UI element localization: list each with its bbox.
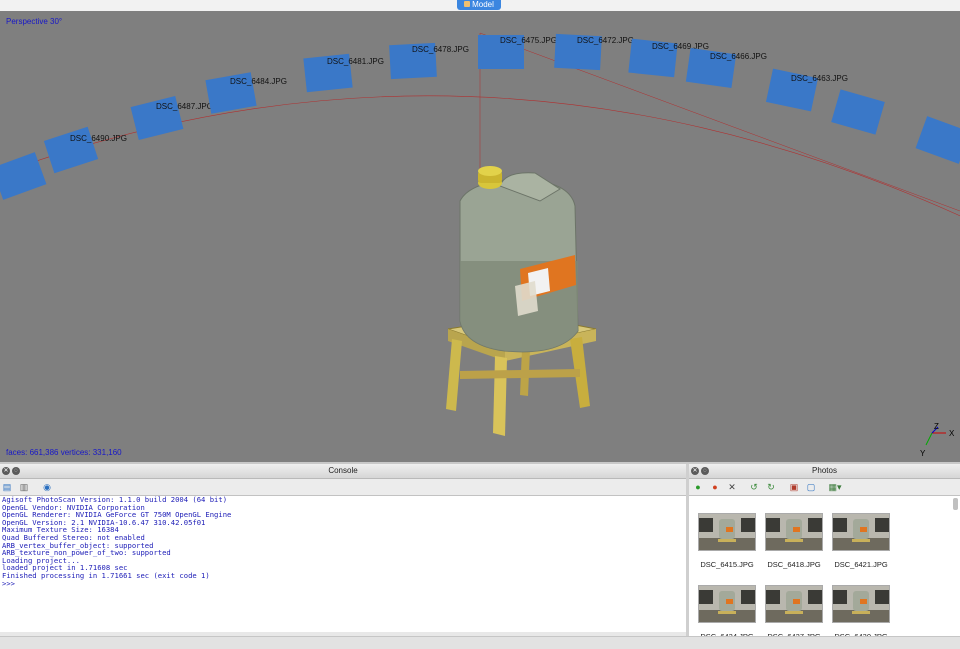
view-mode-icon[interactable]: ▦▾ — [827, 482, 843, 492]
console-title: Console — [328, 466, 358, 475]
disable-cameras-icon[interactable]: ● — [710, 482, 720, 492]
camera-label: DSC_6463.JPG — [791, 74, 848, 83]
rotate-left-icon[interactable]: ↺ — [749, 482, 759, 492]
photo-thumbnail[interactable] — [765, 513, 823, 551]
run-script-icon[interactable]: ◉ — [42, 482, 52, 492]
float-icon[interactable]: ◌ — [12, 467, 20, 475]
remove-cameras-icon[interactable]: ✕ — [727, 482, 737, 492]
photo-label: DSC_6418.JPG — [767, 560, 821, 569]
camera-frame[interactable] — [0, 152, 47, 200]
camera-label: DSC_6481.JPG — [327, 57, 384, 66]
float-icon[interactable]: ◌ — [701, 467, 709, 475]
camera-label: DSC_6466.JPG — [710, 52, 767, 61]
camera-frame[interactable] — [831, 89, 885, 135]
photos-scrollbar[interactable] — [953, 498, 958, 510]
photo-thumbnail[interactable] — [698, 513, 756, 551]
console-toolbar: ▤ ▥ ◉ — [0, 479, 686, 496]
photo-thumbnail[interactable] — [832, 513, 890, 551]
photo-thumbnail[interactable] — [698, 585, 756, 623]
close-icon[interactable]: ✕ — [2, 467, 10, 475]
console-header: ✕ ◌ Console — [0, 464, 686, 479]
axis-gizmo: X Y Z — [920, 422, 955, 458]
rotate-right-icon[interactable]: ↻ — [766, 482, 776, 492]
camera-label: DSC_6475.JPG — [500, 36, 557, 45]
save-log-icon[interactable]: ▤ — [2, 482, 12, 492]
filter-icon[interactable]: ▢ — [806, 482, 816, 492]
status-bar — [0, 636, 960, 649]
photos-title: Photos — [812, 466, 837, 475]
jerry-can — [459, 166, 579, 353]
top-bar: Model — [0, 0, 960, 11]
console-line: >>> — [2, 578, 15, 588]
console-line: ARB_texture_non_power_of_two: supported — [2, 548, 171, 558]
model-tab[interactable]: Model — [457, 0, 501, 10]
photo-thumbnail[interactable] — [765, 585, 823, 623]
projection-label: Perspective 30° — [6, 17, 63, 26]
clear-log-icon[interactable]: ▥ — [19, 482, 29, 492]
close-icon[interactable]: ✕ — [691, 467, 699, 475]
axis-y-label: Y — [920, 449, 926, 458]
console-output[interactable]: Agisoft PhotoScan Version: 1.1.0 build 2… — [0, 496, 686, 632]
model-tab-label: Model — [472, 0, 494, 9]
axis-x-label: X — [949, 429, 955, 438]
camera-label: DSC_6472.JPG — [577, 36, 634, 45]
camera-frame[interactable] — [915, 116, 960, 164]
enable-cameras-icon[interactable]: ● — [693, 482, 703, 492]
photos-toolbar: ● ● ✕ ↺ ↻ ▣ ▢ ▦▾ — [689, 479, 960, 496]
photo-thumbnail[interactable] — [832, 585, 890, 623]
camera-label: DSC_6490.JPG — [70, 134, 127, 143]
model-icon — [464, 1, 471, 7]
camera-label: DSC_6484.JPG — [230, 77, 287, 86]
model-viewport[interactable]: DSC_6490.JPG DSC_6487.JPG DSC_6484.JPG DSC_… — [0, 11, 960, 462]
photo-label: DSC_6415.JPG — [700, 560, 754, 569]
console-line: Finished processing in 1.71661 sec (exit… — [2, 570, 210, 580]
camera-label: DSC_6487.JPG — [156, 102, 213, 111]
camera-label: DSC_6478.JPG — [412, 45, 469, 54]
reset-view-icon[interactable]: ▣ — [789, 482, 799, 492]
photos-grid: DSC_6415.JPGDSC_6418.JPGDSC_6421.JPGDSC_… — [689, 496, 960, 636]
photos-header: ✕ ◌ Photos — [689, 464, 960, 479]
axis-z-label: Z — [934, 422, 939, 431]
photo-label: DSC_6421.JPG — [834, 560, 888, 569]
mesh-stats: faces: 661,386 vertices: 331,160 — [6, 448, 122, 457]
scene: DSC_6490.JPG DSC_6487.JPG DSC_6484.JPG DSC_… — [0, 32, 960, 458]
